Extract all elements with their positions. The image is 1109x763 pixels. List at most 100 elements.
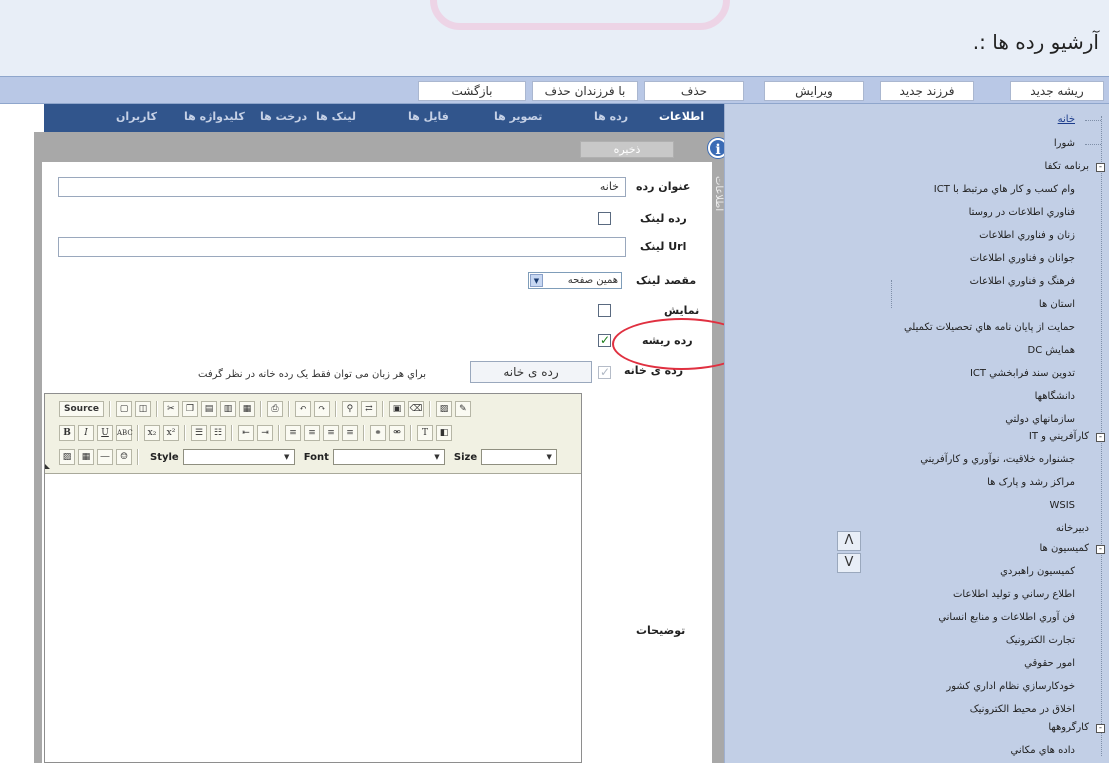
set-home-button[interactable]: رده ی خانه	[470, 361, 592, 383]
tree-item[interactable]: فناوري اطلاعات در روستا	[969, 207, 1075, 218]
find-icon[interactable]: ⚲	[341, 401, 358, 417]
copy-icon[interactable]: ❐	[181, 401, 198, 417]
tree-item[interactable]: وام کسب و کار هاي مرتبط با ICT	[934, 184, 1075, 195]
size-combo[interactable]: Size ▼	[454, 449, 558, 465]
indent-icon[interactable]: ⇥	[257, 425, 273, 441]
collapse-toolbar-icon[interactable]	[45, 464, 50, 469]
tree-item[interactable]: جوانان و فناوري اطلاعات	[970, 253, 1075, 264]
underline-icon[interactable]: U	[97, 425, 113, 441]
tab-keywords[interactable]: کلیدواژه ها	[184, 110, 245, 123]
align-center-icon[interactable]: ≡	[304, 425, 320, 441]
target-select[interactable]: همین صفحه ▼	[528, 272, 622, 289]
strikethrough-icon[interactable]: ABC	[116, 425, 133, 441]
horizontal-rule-icon[interactable]: ―	[97, 449, 113, 465]
display-checkbox[interactable]	[598, 304, 611, 317]
title-input[interactable]: خانه	[58, 177, 626, 197]
numbered-list-icon[interactable]: ☰	[191, 425, 207, 441]
tree-item[interactable]: تدوین سند فرابخشي ICT	[970, 368, 1075, 379]
link-category-checkbox[interactable]	[598, 212, 611, 225]
collapse-icon[interactable]: -	[1096, 433, 1105, 442]
font-combo[interactable]: Font ▼	[304, 449, 445, 465]
replace-icon[interactable]: ⇄	[360, 401, 377, 417]
tree-item[interactable]: خودکارسازي نظام اداري کشور	[946, 681, 1075, 692]
tree-item[interactable]: اطلاع رساني و تولید اطلاعات	[953, 589, 1075, 600]
redo-icon[interactable]: ↷	[313, 401, 330, 417]
tree-item[interactable]: برنامه تکفا	[1045, 161, 1089, 172]
bullet-list-icon[interactable]: ☷	[210, 425, 226, 441]
bold-icon[interactable]: B	[59, 425, 75, 441]
tree-item[interactable]: داده هاي مکاني	[1011, 745, 1075, 756]
delete-button[interactable]: حذف	[644, 81, 744, 101]
move-up-button[interactable]: Λ	[837, 531, 861, 551]
description-editor[interactable]: Source ▢ ◫ ✂ ❐ ▤ ▥ ▦ ⎙ ↶ ↷ ⚲ ⇄ ▣ ⌫ ▨ ✎ B…	[44, 393, 582, 763]
tree-item[interactable]: کارگروهها	[1048, 722, 1089, 733]
home-category-checkbox[interactable]	[598, 365, 611, 379]
back-button[interactable]: بازگشت	[418, 81, 526, 101]
align-justify-icon[interactable]: ≡	[342, 425, 358, 441]
tree-item[interactable]: همایش DC	[1028, 345, 1076, 356]
insert-image-icon[interactable]: ▨	[59, 449, 75, 465]
tree-item[interactable]: کمیسیون راهبردي	[1000, 566, 1075, 577]
tab-files[interactable]: فایل ها	[408, 110, 449, 123]
text-color-icon[interactable]: T	[417, 425, 433, 441]
tree-item[interactable]: سازمانهاي دولتي	[1005, 414, 1075, 425]
tab-info[interactable]: اطلاعات	[659, 110, 704, 123]
new-child-button[interactable]: فرزند جدید	[880, 81, 974, 101]
edit-button[interactable]: ویرایش	[764, 81, 864, 101]
tab-users[interactable]: کاربران	[116, 110, 157, 123]
tree-item[interactable]: کارآفریني و IT	[1029, 431, 1089, 442]
undo-icon[interactable]: ↶	[294, 401, 311, 417]
smiley-icon[interactable]: ☺	[116, 449, 132, 465]
select-all-icon[interactable]: ▣	[388, 401, 405, 417]
tree-item[interactable]: فرهنگ و فناوري اطلاعات	[970, 276, 1075, 287]
tree-item[interactable]: جشنواره خلاقیت، نوآوري و کارآفریني	[920, 454, 1075, 465]
print-icon[interactable]: ⎙	[266, 401, 283, 417]
collapse-icon[interactable]: -	[1096, 724, 1105, 733]
tree-item[interactable]: دبیرخانه	[1056, 523, 1089, 534]
root-category-checkbox[interactable]	[598, 333, 611, 347]
tree-item[interactable]: شورا	[1054, 138, 1075, 149]
move-down-button[interactable]: V	[837, 553, 861, 573]
tree-item[interactable]: فن آوري اطلاعات و منابع انساني	[938, 612, 1075, 623]
italic-icon[interactable]: I	[78, 425, 94, 441]
cut-icon[interactable]: ✂	[162, 401, 179, 417]
superscript-icon[interactable]: x²	[163, 425, 179, 441]
tree-item[interactable]: استان ها	[1039, 299, 1075, 310]
align-left-icon[interactable]: ≡	[285, 425, 301, 441]
tab-categories[interactable]: رده ها	[594, 110, 628, 123]
link-icon[interactable]: ⚭	[370, 425, 386, 441]
table-icon[interactable]: ▦	[78, 449, 94, 465]
url-input[interactable]	[58, 237, 626, 257]
tree-item[interactable]: امور حقوقي	[1024, 658, 1075, 669]
tab-images[interactable]: تصویر ها	[494, 110, 542, 123]
collapse-icon[interactable]: -	[1096, 163, 1105, 172]
subscript-icon[interactable]: x₂	[144, 425, 160, 441]
tree-item[interactable]: حمایت از پایان نامه هاي تحصیلات تکمیلي	[904, 322, 1075, 333]
save-button[interactable]: ذخیره	[580, 141, 674, 158]
source-button[interactable]: Source	[59, 401, 104, 417]
paste-word-icon[interactable]: ▦	[238, 401, 255, 417]
tab-links[interactable]: لینک ها	[316, 110, 356, 123]
paste-icon[interactable]: ▤	[200, 401, 217, 417]
remove-format-icon[interactable]: ⌫	[407, 401, 424, 417]
align-right-icon[interactable]: ≡	[323, 425, 339, 441]
tree-item[interactable]: کمیسیون ها	[1039, 543, 1089, 554]
image-icon[interactable]: ▨	[435, 401, 452, 417]
tree-item[interactable]: دانشگاهها	[1035, 391, 1075, 402]
outdent-icon[interactable]: ⇤	[238, 425, 254, 441]
tree-item[interactable]: زنان و فناوري اطلاعات	[979, 230, 1075, 241]
new-root-button[interactable]: ریشه جدید	[1010, 81, 1104, 101]
tree-item[interactable]: تجارت الکترونیک	[1006, 635, 1075, 646]
background-color-icon[interactable]: ◧	[436, 425, 452, 441]
paint-icon[interactable]: ✎	[454, 401, 471, 417]
tree-item[interactable]: اخلاق در محیط الکترونیک	[970, 704, 1075, 715]
style-combo[interactable]: Style ▼	[150, 449, 295, 465]
tree-item[interactable]: مراکز رشد و پارک ها	[987, 477, 1075, 488]
tab-trees[interactable]: درخت ها	[260, 110, 307, 123]
unlink-icon[interactable]: ⚮	[389, 425, 405, 441]
delete-with-children-button[interactable]: با فرزندان حذف	[532, 81, 638, 101]
tree-item[interactable]: WSIS	[1049, 500, 1075, 511]
paste-text-icon[interactable]: ▥	[219, 401, 236, 417]
collapse-icon[interactable]: -	[1096, 545, 1105, 554]
preview-icon[interactable]: ◫	[134, 401, 151, 417]
